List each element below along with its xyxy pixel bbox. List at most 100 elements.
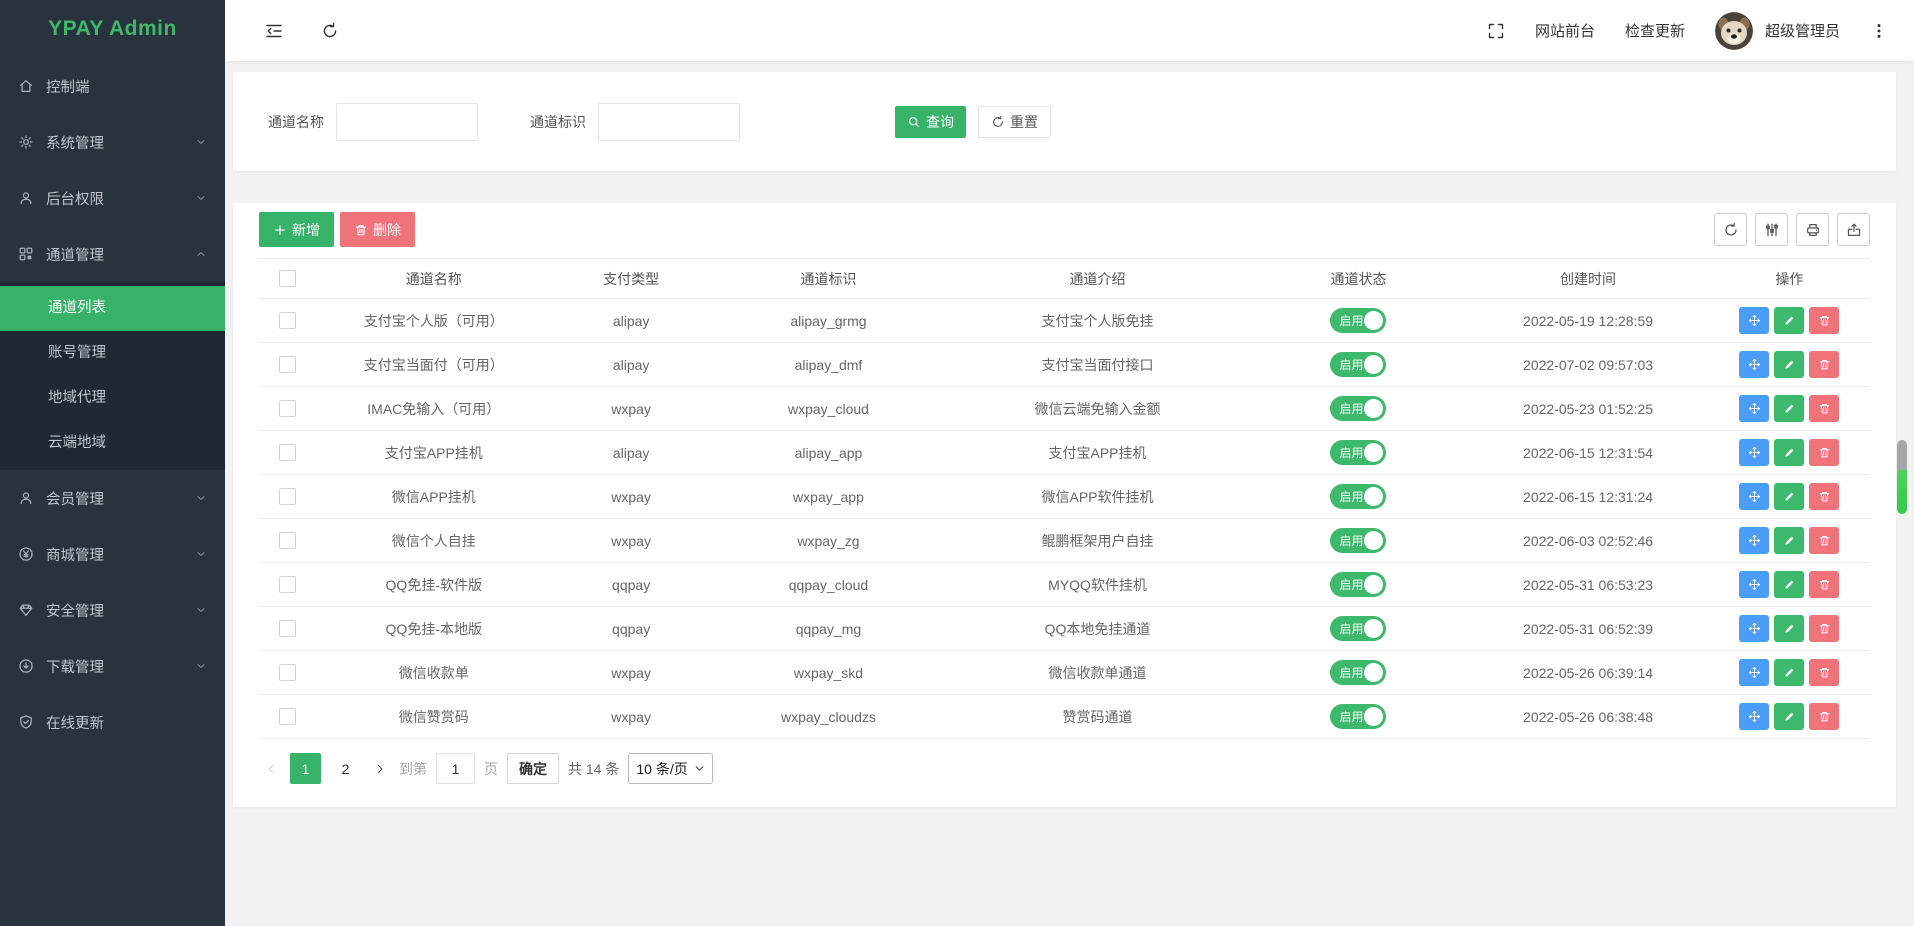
export-button[interactable] xyxy=(1837,213,1870,246)
delete-button[interactable]: 删除 xyxy=(340,212,415,247)
pagination-page-1[interactable]: 1 xyxy=(290,753,321,784)
query-button[interactable]: 查询 xyxy=(895,106,966,138)
cell-created-time: 2022-06-03 02:52:46 xyxy=(1467,519,1709,563)
sidebar-item-channel-mgmt[interactable]: 通道管理 xyxy=(0,226,225,282)
row-checkbox[interactable] xyxy=(279,488,296,505)
frontend-link[interactable]: 网站前台 xyxy=(1535,20,1595,41)
pagination-page-2[interactable]: 2 xyxy=(330,753,361,784)
move-row-button[interactable] xyxy=(1739,307,1769,334)
page-scrollbar[interactable] xyxy=(1897,440,1907,514)
goto-page-input[interactable] xyxy=(436,753,475,784)
edit-row-button[interactable] xyxy=(1774,395,1804,422)
channel-code-input[interactable] xyxy=(598,103,740,141)
status-toggle[interactable]: 启用 xyxy=(1330,484,1386,509)
sidebar-item-system[interactable]: 系统管理 xyxy=(0,114,225,170)
move-row-button[interactable] xyxy=(1739,615,1769,642)
table-row: 微信收款单 wxpay wxpay_skd 微信收款单通道 启用 2022-05… xyxy=(259,651,1870,695)
pagination-next[interactable] xyxy=(370,753,390,784)
row-checkbox[interactable] xyxy=(279,444,296,461)
sidebar-item-download-mgmt[interactable]: 下载管理 xyxy=(0,638,225,694)
refresh-page-icon[interactable] xyxy=(321,22,339,40)
move-row-button[interactable] xyxy=(1739,571,1769,598)
row-checkbox[interactable] xyxy=(279,664,296,681)
reset-button[interactable]: 重置 xyxy=(978,106,1051,138)
user-menu[interactable]: 超级管理员 xyxy=(1715,12,1840,50)
fullscreen-icon[interactable] xyxy=(1487,22,1505,40)
table-row: 支付宝当面付（可用） alipay alipay_dmf 支付宝当面付接口 启用… xyxy=(259,343,1870,387)
delete-row-button[interactable] xyxy=(1809,527,1839,554)
pencil-icon xyxy=(1783,666,1796,679)
status-toggle[interactable]: 启用 xyxy=(1330,616,1386,641)
edit-row-button[interactable] xyxy=(1774,615,1804,642)
delete-row-button[interactable] xyxy=(1809,483,1839,510)
sidebar-item-online-update[interactable]: 在线更新 xyxy=(0,694,225,750)
edit-row-button[interactable] xyxy=(1774,307,1804,334)
more-menu-icon[interactable] xyxy=(1870,22,1888,40)
delete-row-button[interactable] xyxy=(1809,395,1839,422)
collapse-sidebar-icon[interactable] xyxy=(265,22,283,40)
sidebar-item-region-agent[interactable]: 地域代理 xyxy=(0,376,225,421)
per-page-select[interactable]: 10 条/页 xyxy=(628,753,712,784)
print-button[interactable] xyxy=(1796,213,1829,246)
status-toggle[interactable]: 启用 xyxy=(1330,352,1386,377)
toggle-knob xyxy=(1364,531,1383,550)
edit-row-button[interactable] xyxy=(1774,703,1804,730)
row-checkbox[interactable] xyxy=(279,356,296,373)
edit-row-button[interactable] xyxy=(1774,571,1804,598)
row-checkbox[interactable] xyxy=(279,620,296,637)
move-row-button[interactable] xyxy=(1739,703,1769,730)
move-row-button[interactable] xyxy=(1739,395,1769,422)
cell-pay-type: qqpay xyxy=(551,563,712,607)
refresh-table-button[interactable] xyxy=(1714,213,1747,246)
edit-row-button[interactable] xyxy=(1774,659,1804,686)
edit-row-button[interactable] xyxy=(1774,483,1804,510)
select-all-checkbox[interactable] xyxy=(279,270,296,287)
sidebar-item-member-mgmt[interactable]: 会员管理 xyxy=(0,470,225,526)
status-toggle[interactable]: 启用 xyxy=(1330,704,1386,729)
row-checkbox[interactable] xyxy=(279,532,296,549)
delete-row-button[interactable] xyxy=(1809,307,1839,334)
filter-columns-button[interactable] xyxy=(1755,213,1788,246)
delete-row-button[interactable] xyxy=(1809,703,1839,730)
move-row-button[interactable] xyxy=(1739,439,1769,466)
edit-row-button[interactable] xyxy=(1774,527,1804,554)
status-toggle[interactable]: 启用 xyxy=(1330,396,1386,421)
sidebar-item-cloud-region[interactable]: 云端地域 xyxy=(0,421,225,466)
status-toggle[interactable]: 启用 xyxy=(1330,440,1386,465)
delete-row-button[interactable] xyxy=(1809,351,1839,378)
cell-channel-desc: 支付宝个人版免挂 xyxy=(945,299,1249,343)
edit-row-button[interactable] xyxy=(1774,439,1804,466)
status-toggle[interactable]: 启用 xyxy=(1330,528,1386,553)
channel-name-input[interactable] xyxy=(336,103,478,141)
edit-row-button[interactable] xyxy=(1774,351,1804,378)
sidebar-item-security-mgmt[interactable]: 安全管理 xyxy=(0,582,225,638)
status-toggle[interactable]: 启用 xyxy=(1330,308,1386,333)
status-toggle[interactable]: 启用 xyxy=(1330,660,1386,685)
move-row-button[interactable] xyxy=(1739,527,1769,554)
move-row-button[interactable] xyxy=(1739,351,1769,378)
row-checkbox[interactable] xyxy=(279,576,296,593)
col-channel-name: 通道名称 xyxy=(317,259,551,299)
delete-row-button[interactable] xyxy=(1809,659,1839,686)
goto-confirm-button[interactable]: 确定 xyxy=(507,753,559,784)
sidebar-item-admin-perms[interactable]: 后台权限 xyxy=(0,170,225,226)
add-button[interactable]: 新增 xyxy=(259,212,334,247)
delete-row-button[interactable] xyxy=(1809,615,1839,642)
delete-row-button[interactable] xyxy=(1809,439,1839,466)
row-checkbox[interactable] xyxy=(279,708,296,725)
chevron-up-icon xyxy=(195,248,207,260)
move-row-button[interactable] xyxy=(1739,659,1769,686)
move-row-button[interactable] xyxy=(1739,483,1769,510)
sidebar-item-console[interactable]: 控制端 xyxy=(0,58,225,114)
status-toggle[interactable]: 启用 xyxy=(1330,572,1386,597)
check-update-link[interactable]: 检查更新 xyxy=(1625,20,1685,41)
sidebar-item-account-mgmt[interactable]: 账号管理 xyxy=(0,331,225,376)
row-checkbox[interactable] xyxy=(279,400,296,417)
sidebar-item-channel-list[interactable]: 通道列表 xyxy=(0,286,225,331)
delete-row-button[interactable] xyxy=(1809,571,1839,598)
row-checkbox[interactable] xyxy=(279,312,296,329)
table-row: QQ免挂-本地版 qqpay qqpay_mg QQ本地免挂通道 启用 2022… xyxy=(259,607,1870,651)
columns-filter-icon xyxy=(1764,222,1780,238)
pagination-prev[interactable] xyxy=(261,753,281,784)
sidebar-item-mall-mgmt[interactable]: 商城管理 xyxy=(0,526,225,582)
